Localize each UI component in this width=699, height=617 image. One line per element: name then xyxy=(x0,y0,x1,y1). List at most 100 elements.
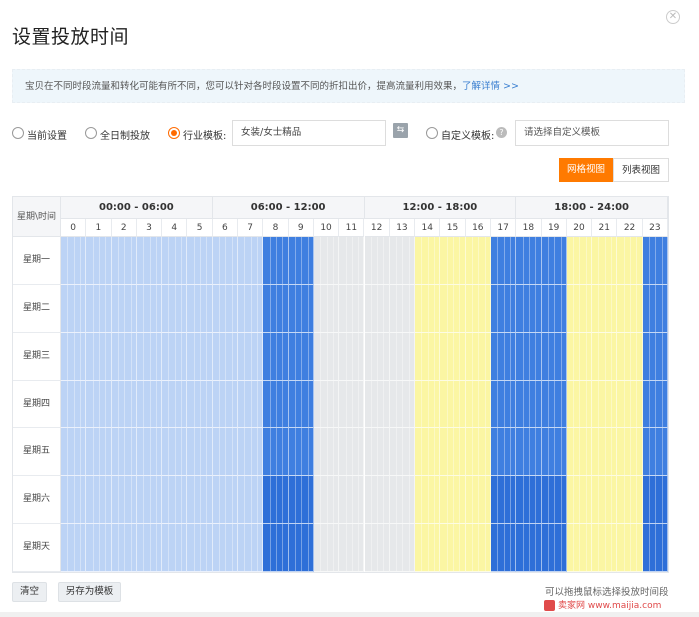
time-slot-cell[interactable] xyxy=(415,237,441,285)
time-slot-cell[interactable] xyxy=(212,524,239,572)
hour-header[interactable]: 18 xyxy=(516,219,542,237)
time-slot-cell[interactable] xyxy=(313,476,340,525)
time-slot-cell[interactable] xyxy=(465,380,491,429)
hour-header[interactable]: 16 xyxy=(465,219,491,237)
time-slot-cell[interactable] xyxy=(566,332,593,381)
time-slot-cell[interactable] xyxy=(212,332,239,381)
time-slot-cell[interactable] xyxy=(86,284,112,333)
time-slot-cell[interactable] xyxy=(136,237,163,285)
time-slot-cell[interactable] xyxy=(440,380,466,429)
hour-header[interactable]: 14 xyxy=(415,219,441,237)
time-slot-cell[interactable] xyxy=(364,428,390,477)
time-slot-cell[interactable] xyxy=(339,380,365,429)
radio-fullday[interactable] xyxy=(85,127,97,139)
time-slot-cell[interactable] xyxy=(86,380,112,429)
hour-header[interactable]: 23 xyxy=(642,219,668,237)
time-slot-cell[interactable] xyxy=(566,284,593,333)
time-slot-cell[interactable] xyxy=(490,284,517,333)
time-slot-cell[interactable] xyxy=(212,380,239,429)
time-slot-cell[interactable] xyxy=(516,284,542,333)
time-slot-cell[interactable] xyxy=(516,237,542,285)
time-slot-cell[interactable] xyxy=(162,237,188,285)
day-label[interactable]: 星期三 xyxy=(13,332,61,381)
time-slot-cell[interactable] xyxy=(490,332,517,381)
time-slot-cell[interactable] xyxy=(263,524,289,572)
time-slot-cell[interactable] xyxy=(263,428,289,477)
time-slot-cell[interactable] xyxy=(339,524,365,572)
time-slot-cell[interactable] xyxy=(111,284,137,333)
hour-header[interactable]: 5 xyxy=(187,219,213,237)
time-slot-cell[interactable] xyxy=(263,284,289,333)
learn-more-link[interactable]: 了解详情 >> xyxy=(462,81,519,92)
time-slot-cell[interactable] xyxy=(238,428,264,477)
time-slot-cell[interactable] xyxy=(541,380,567,429)
time-slot-cell[interactable] xyxy=(541,237,567,285)
custom-template-select[interactable]: 请选择自定义模板 xyxy=(515,120,669,146)
hour-header[interactable]: 4 xyxy=(162,219,188,237)
time-slot-cell[interactable] xyxy=(313,428,340,477)
time-slot-cell[interactable] xyxy=(212,428,239,477)
time-slot-cell[interactable] xyxy=(642,380,668,429)
time-slot-cell[interactable] xyxy=(389,284,416,333)
time-slot-cell[interactable] xyxy=(212,476,239,525)
time-slot-cell[interactable] xyxy=(541,524,567,572)
time-slot-cell[interactable] xyxy=(642,476,668,525)
hour-header[interactable]: 15 xyxy=(440,219,466,237)
time-slot-cell[interactable] xyxy=(415,284,441,333)
time-slot-cell[interactable] xyxy=(490,476,517,525)
time-slot-cell[interactable] xyxy=(490,380,517,429)
time-slot-cell[interactable] xyxy=(313,332,340,381)
radio-custom[interactable] xyxy=(426,127,438,139)
hour-header[interactable]: 8 xyxy=(263,219,289,237)
time-slot-cell[interactable] xyxy=(364,237,390,285)
time-slot-cell[interactable] xyxy=(136,380,163,429)
time-slot-cell[interactable] xyxy=(516,476,542,525)
day-label[interactable]: 星期六 xyxy=(13,476,61,525)
time-slot-cell[interactable] xyxy=(339,428,365,477)
time-slot-cell[interactable] xyxy=(566,237,593,285)
time-slot-cell[interactable] xyxy=(440,332,466,381)
radio-current[interactable] xyxy=(12,127,24,139)
time-slot-cell[interactable] xyxy=(440,284,466,333)
time-slot-cell[interactable] xyxy=(238,380,264,429)
time-slot-cell[interactable] xyxy=(86,237,112,285)
time-slot-cell[interactable] xyxy=(238,476,264,525)
time-slot-cell[interactable] xyxy=(263,380,289,429)
time-slot-cell[interactable] xyxy=(111,332,137,381)
time-range-header[interactable]: 18:00 - 24:00 xyxy=(516,197,668,219)
time-slot-cell[interactable] xyxy=(111,476,137,525)
time-slot-cell[interactable] xyxy=(61,524,87,572)
time-slot-cell[interactable] xyxy=(415,524,441,572)
time-slot-cell[interactable] xyxy=(440,476,466,525)
time-slot-cell[interactable] xyxy=(617,284,643,333)
hour-header[interactable]: 11 xyxy=(339,219,365,237)
time-slot-cell[interactable] xyxy=(238,524,264,572)
time-slot-cell[interactable] xyxy=(187,476,213,525)
time-slot-cell[interactable] xyxy=(313,284,340,333)
time-slot-cell[interactable] xyxy=(263,237,289,285)
help-icon[interactable]: ? xyxy=(496,127,507,138)
time-slot-cell[interactable] xyxy=(111,380,137,429)
time-slot-cell[interactable] xyxy=(389,332,416,381)
time-slot-cell[interactable] xyxy=(389,237,416,285)
hour-header[interactable]: 9 xyxy=(288,219,314,237)
time-slot-cell[interactable] xyxy=(592,284,618,333)
time-slot-cell[interactable] xyxy=(541,476,567,525)
time-slot-cell[interactable] xyxy=(592,380,618,429)
hour-header[interactable]: 19 xyxy=(541,219,567,237)
list-view-button[interactable]: 列表视图 xyxy=(613,158,669,182)
time-slot-cell[interactable] xyxy=(592,476,618,525)
day-label[interactable]: 星期五 xyxy=(13,428,61,477)
time-slot-cell[interactable] xyxy=(136,476,163,525)
time-slot-cell[interactable] xyxy=(111,237,137,285)
time-slot-cell[interactable] xyxy=(566,380,593,429)
time-slot-cell[interactable] xyxy=(187,524,213,572)
hour-header[interactable]: 7 xyxy=(238,219,264,237)
time-slot-cell[interactable] xyxy=(187,380,213,429)
time-slot-cell[interactable] xyxy=(238,237,264,285)
time-slot-cell[interactable] xyxy=(86,332,112,381)
time-slot-cell[interactable] xyxy=(642,428,668,477)
time-slot-cell[interactable] xyxy=(364,284,390,333)
time-slot-cell[interactable] xyxy=(162,524,188,572)
time-slot-cell[interactable] xyxy=(313,524,340,572)
